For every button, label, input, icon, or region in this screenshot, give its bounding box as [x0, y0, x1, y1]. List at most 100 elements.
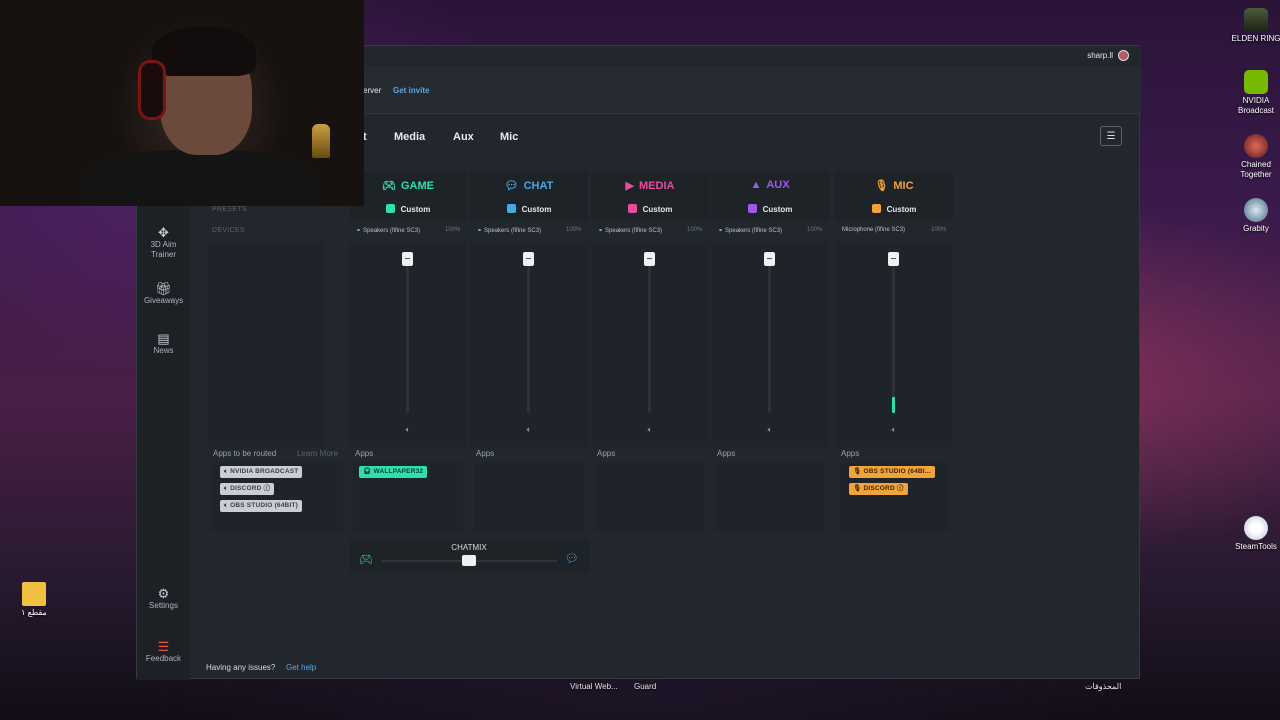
preset-color-swatch	[627, 204, 637, 213]
aim-icon: ✥	[158, 225, 169, 240]
preset-selector[interactable]: Custom	[470, 204, 588, 214]
link-icon: ⚭	[477, 228, 483, 234]
app-chip-label: WALLPAPER32	[373, 468, 424, 475]
preset-label: Custom	[642, 205, 673, 214]
device-selector-mic[interactable]: Microphone (fifine SC3)	[842, 227, 905, 233]
help-text: Having any issues?	[206, 663, 276, 672]
tab-media[interactable]: Media	[394, 131, 425, 143]
fader-strip-aux: 🔈︎	[711, 242, 829, 447]
apps-label: Apps	[597, 449, 616, 458]
desktop-icon-folder[interactable]: مقطع ١	[6, 582, 62, 618]
gamepad-icon: 🎮︎	[359, 554, 373, 566]
preset-color-swatch	[747, 204, 757, 213]
fader-knob[interactable]	[402, 252, 413, 266]
sidebar-item-news[interactable]: ▤ News	[137, 331, 190, 356]
channel-header-aux: ▲ AUX Custom	[711, 171, 829, 221]
webcam-overlay	[0, 0, 364, 206]
fader-knob[interactable]	[644, 252, 655, 266]
speaker-mute-icon[interactable]: 🔈︎	[888, 425, 900, 437]
taskbar-item-guard[interactable]: Guard	[634, 682, 656, 691]
preset-selector[interactable]: Custom	[349, 204, 467, 214]
app-chip[interactable]: 🎙︎ DISCORD ⓘ	[849, 483, 908, 495]
device-selector-game[interactable]: ⚭ Speakers (fifine SC3)	[356, 227, 420, 234]
app-chip[interactable]: 🔈︎ OBS STUDIO (64BIT)	[220, 500, 302, 512]
apps-dropzone-game[interactable]: 🎧︎ WALLPAPER32	[353, 462, 463, 532]
desktop-icon-grabity[interactable]: Grabity	[1228, 198, 1280, 234]
sidebar-item-settings[interactable]: ⚙ Settings	[137, 586, 190, 611]
gear-icon: ⚙	[157, 586, 170, 601]
hamburger-icon: ☰	[1106, 130, 1116, 142]
grabity-icon	[1244, 198, 1268, 222]
fader-knob[interactable]	[523, 252, 534, 266]
desktop-icon-nvidia-broadcast[interactable]: NVIDIA Broadcast	[1228, 70, 1280, 116]
channel-header-mic: 🎙︎ MIC Custom	[835, 171, 953, 221]
preset-selector[interactable]: Custom	[591, 204, 709, 214]
fader-track[interactable]	[648, 258, 651, 413]
user-name[interactable]: sharp.ll	[1087, 51, 1113, 60]
desktop-icon-chained-together[interactable]: Chained Together	[1228, 134, 1280, 180]
chained-together-icon	[1244, 134, 1268, 158]
tab-mic[interactable]: Mic	[500, 131, 518, 143]
preset-selector[interactable]: Custom	[711, 204, 829, 214]
apps-label: Apps	[717, 449, 736, 458]
speaker-mute-icon[interactable]: 🔈︎	[523, 425, 535, 437]
speaker-mute-icon[interactable]: 🔈︎	[644, 425, 656, 437]
tab-aux[interactable]: Aux	[453, 131, 474, 143]
get-help-link[interactable]: Get help	[286, 663, 316, 672]
speaker-mute-icon[interactable]: 🔈︎	[402, 425, 414, 437]
fader-track[interactable]	[406, 258, 409, 413]
fader-track[interactable]	[768, 258, 771, 413]
link-icon: ⚭	[718, 228, 724, 234]
taskbar-item-recycle-bin[interactable]: المحذوفات	[1085, 682, 1121, 691]
fader-knob[interactable]	[764, 252, 775, 266]
app-chip-label: DISCORD	[863, 485, 895, 492]
device-selector-chat[interactable]: ⚭ Speakers (fifine SC3)	[477, 227, 541, 234]
preset-color-swatch	[506, 204, 516, 213]
sidebar-item-feedback[interactable]: ☰ Feedback	[137, 640, 190, 664]
channel-title: ▶ MEDIA	[591, 179, 709, 192]
desktop-icon-label: Grabity	[1243, 224, 1269, 233]
device-name: Speakers (fifine SC3)	[725, 228, 783, 234]
apps-dropzone-aux[interactable]	[715, 462, 825, 532]
device-selector-aux[interactable]: ⚭ Speakers (fifine SC3)	[718, 227, 782, 234]
device-selector-media[interactable]: ⚭ Speakers (fifine SC3)	[598, 227, 662, 234]
menu-button[interactable]: ☰	[1100, 126, 1122, 146]
sidebar-item-aim-trainer[interactable]: ✥ 3D Aim Trainer	[137, 225, 190, 260]
preset-label: Custom	[400, 205, 431, 214]
get-invite-link[interactable]: Get invite	[393, 86, 429, 95]
app-chip[interactable]: 🎧︎ WALLPAPER32	[359, 466, 428, 478]
chatmix-label: CHATMIX	[451, 543, 487, 552]
fader-knob[interactable]	[888, 252, 899, 266]
desktop-icon-steamtools[interactable]: SteamTools	[1228, 516, 1280, 552]
device-name: Speakers (fifine SC3)	[363, 228, 421, 234]
preset-label: Custom	[762, 205, 793, 214]
sidebar: ✥ 3D Aim Trainer 🎁︎ Giveaways ▤ News ⚙ S…	[137, 206, 190, 680]
fader-track[interactable]	[892, 258, 895, 413]
volume-percent: 100%	[445, 227, 461, 233]
folder-icon	[22, 582, 46, 606]
microphone-icon: 🎙︎	[874, 180, 889, 192]
app-chip[interactable]: 🔈︎ NVIDIA BROADCAST	[220, 466, 303, 478]
app-chip[interactable]: 🔈︎ DISCORD ⓘ	[220, 483, 275, 495]
news-icon: ▤	[157, 331, 170, 346]
chatmix-control: CHATMIX 🎮︎ 💬︎	[349, 539, 589, 573]
channel-title: 🎮︎ GAME	[349, 179, 467, 192]
desktop-icon-elden-ring[interactable]: ELDEN RING	[1228, 8, 1280, 44]
app-chip[interactable]: 🎙︎ OBS STUDIO (64BI...	[849, 466, 935, 478]
preset-color-swatch	[385, 204, 395, 213]
taskbar-item-virtual-web[interactable]: Virtual Web...	[570, 682, 618, 691]
preset-selector[interactable]: Custom	[835, 204, 953, 214]
channel-title: 💬︎ CHAT	[470, 179, 588, 192]
sidebar-item-label: Feedback	[145, 654, 182, 663]
left-empty-strip	[207, 242, 325, 447]
apps-dropzone-mic[interactable]: 🎙︎ OBS STUDIO (64BI... 🎙︎ DISCORD ⓘ	[839, 462, 949, 532]
sidebar-item-giveaways[interactable]: 🎁︎ Giveaways	[137, 282, 190, 306]
apps-dropzone-media[interactable]	[595, 462, 705, 532]
fader-track[interactable]	[527, 258, 530, 413]
learn-more-link[interactable]: Learn More	[297, 449, 338, 458]
apps-dropzone-chat[interactable]	[474, 462, 584, 532]
chatmix-slider[interactable]	[462, 555, 476, 566]
user-avatar[interactable]	[1118, 50, 1129, 61]
level-meter	[892, 397, 895, 413]
speaker-mute-icon[interactable]: 🔈︎	[764, 425, 776, 437]
